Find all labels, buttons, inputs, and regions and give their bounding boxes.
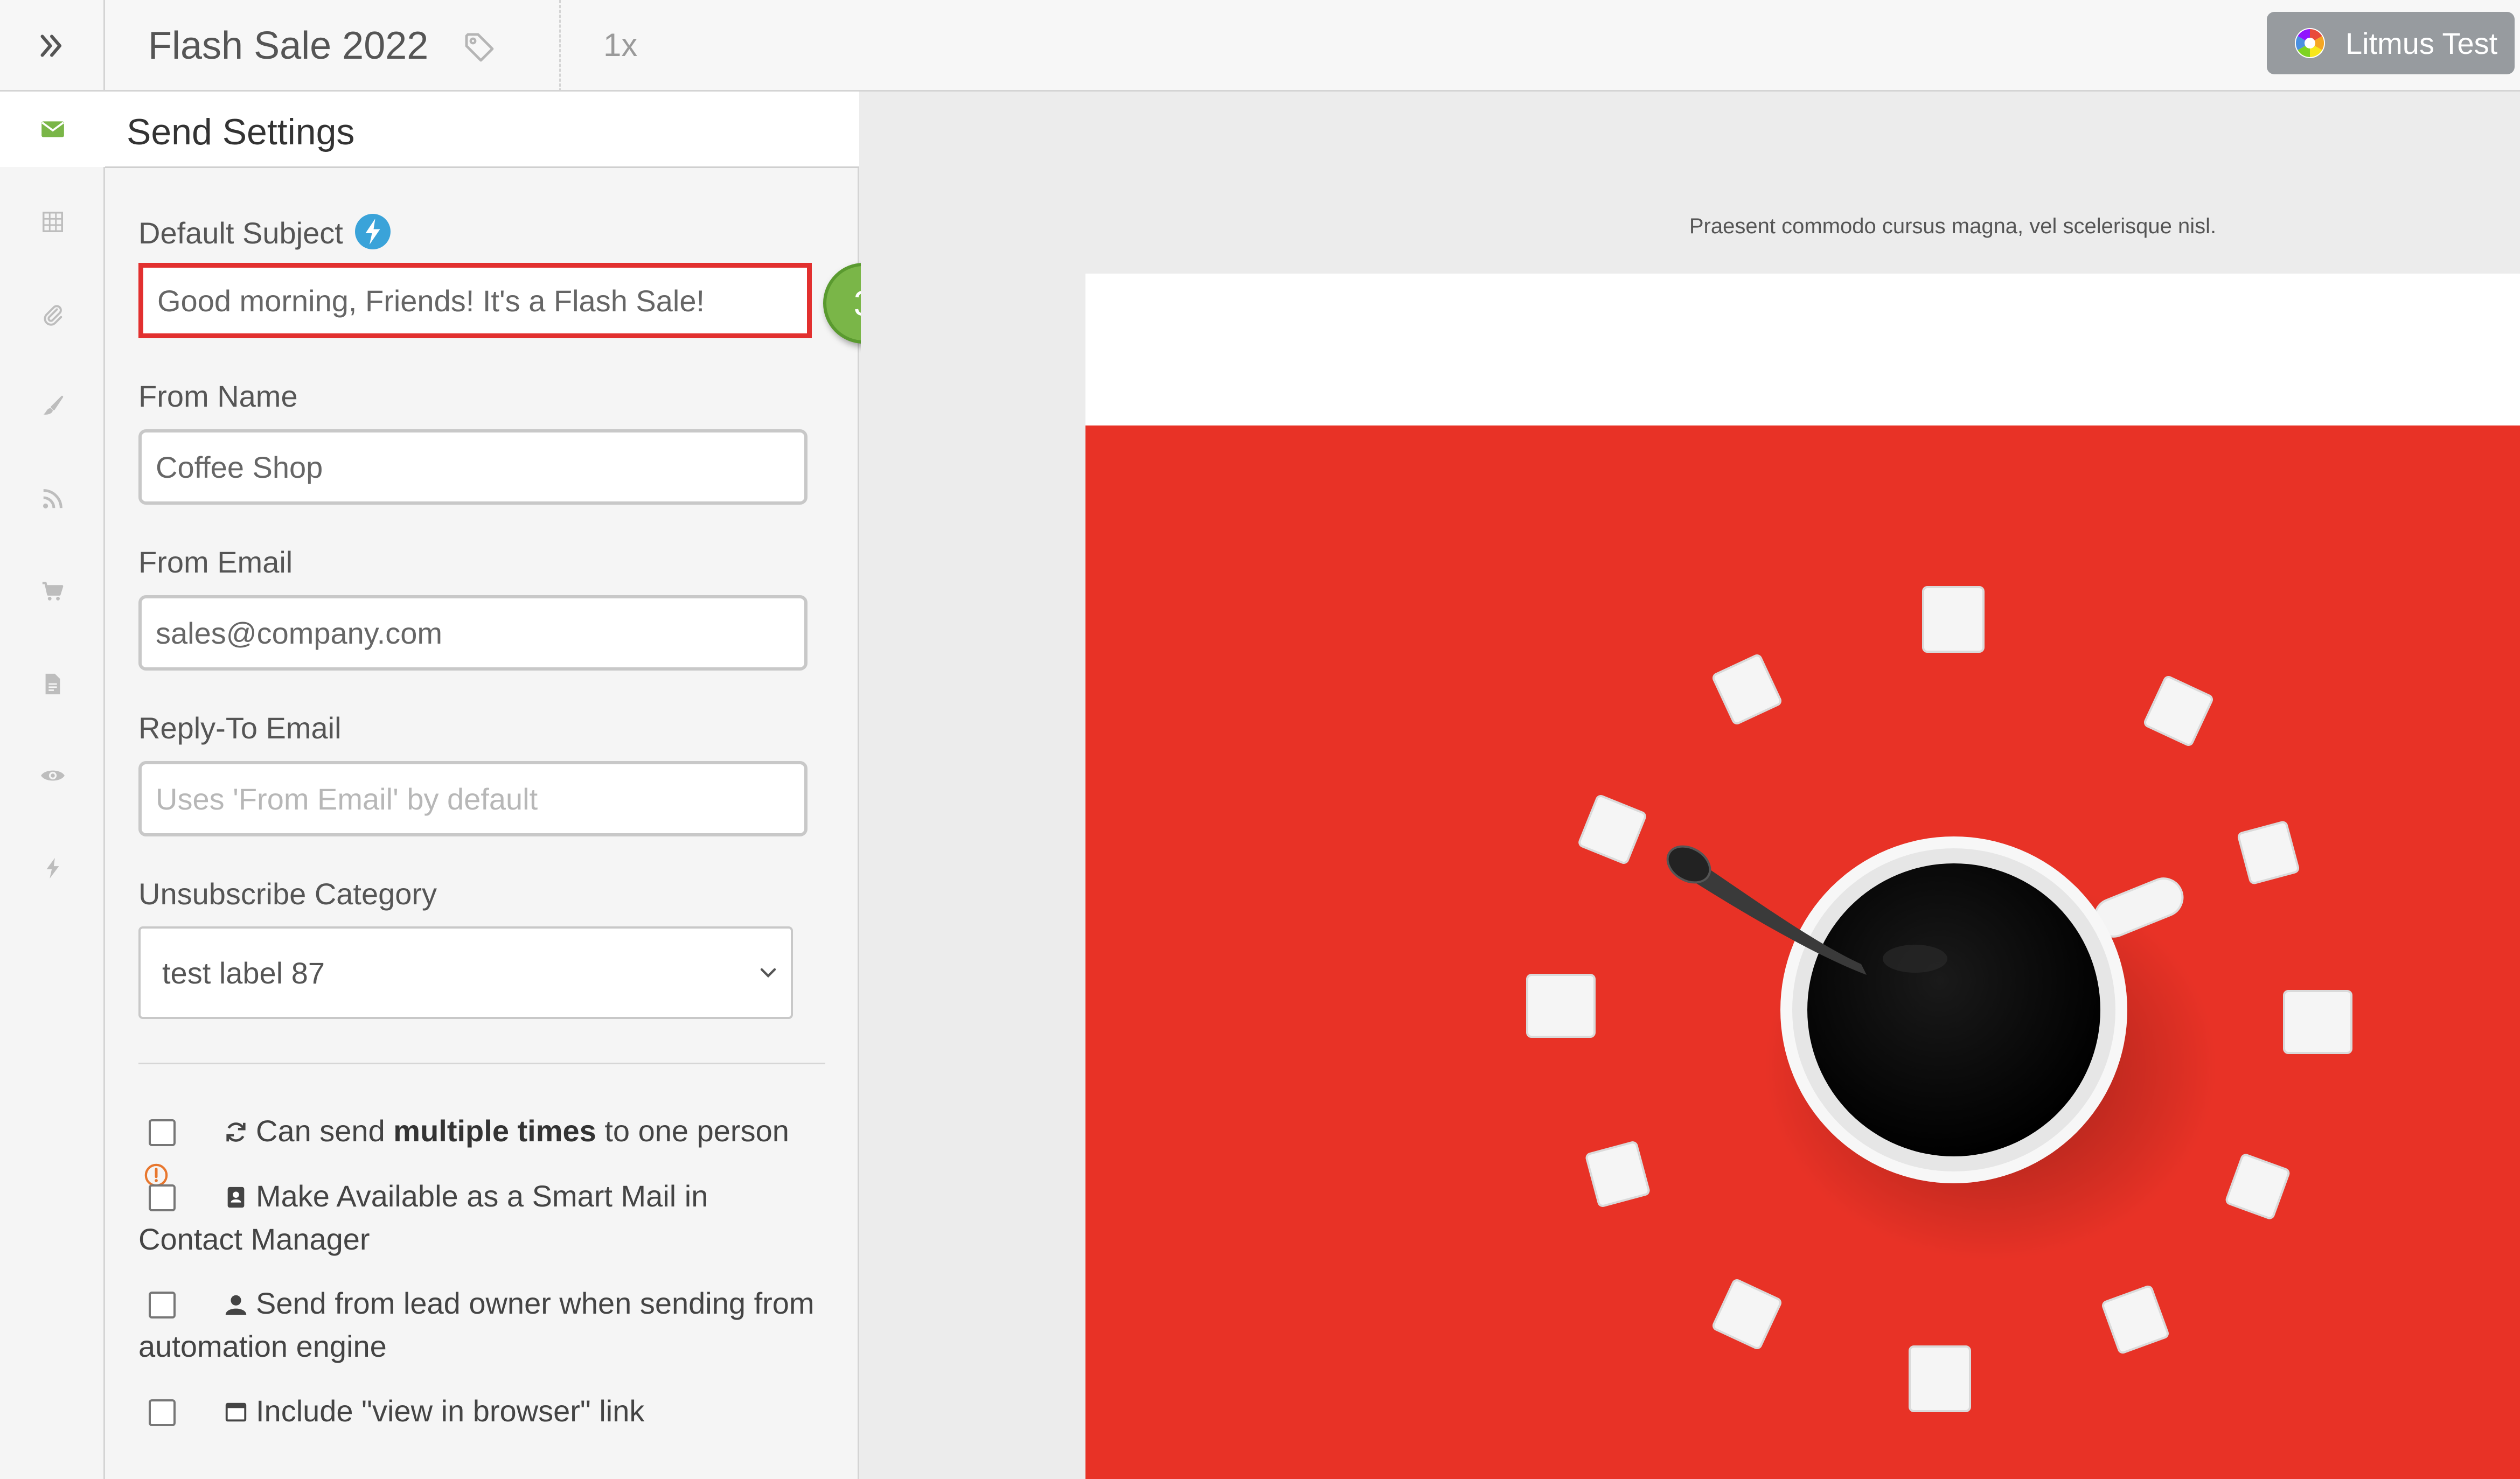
- rail-item-automation[interactable]: [0, 831, 105, 906]
- user-icon: [225, 1295, 247, 1315]
- unsubscribe-category-label: Unsubscribe Category: [138, 877, 437, 911]
- color-wheel-icon: [2295, 28, 2325, 58]
- rail-item-design[interactable]: [0, 368, 105, 444]
- page-title[interactable]: Flash Sale 2022: [148, 20, 428, 72]
- contact-book-icon: [227, 1187, 245, 1208]
- reply-to-input[interactable]: Uses 'From Email' by default: [138, 761, 807, 836]
- reply-to-placeholder: Uses 'From Email' by default: [156, 782, 538, 816]
- email-header-block: [1085, 274, 2520, 425]
- tag-icon[interactable]: [462, 30, 497, 65]
- from-email-input[interactable]: sales@company.com: [138, 595, 807, 671]
- smart-mail-option: Make Available as a Smart Mail in Contac…: [138, 1175, 817, 1261]
- default-subject-label: Default Subject: [138, 212, 392, 253]
- browser-window-icon: [225, 1403, 247, 1422]
- rail-item-attachments[interactable]: [0, 277, 105, 352]
- zoom-level[interactable]: 1x: [603, 24, 637, 67]
- email-preheader: Praesent commodo cursus magna, vel scele…: [1689, 214, 2217, 238]
- bolt-info-icon[interactable]: [353, 212, 392, 251]
- section-divider: [138, 1063, 825, 1064]
- coffee-clock-illustration: [1526, 586, 2352, 1412]
- rail-item-preview[interactable]: [0, 738, 105, 813]
- email-hero-image: [1085, 425, 2520, 1479]
- view-in-browser-text: Include "view in browser" link: [256, 1394, 645, 1428]
- document-icon: [45, 673, 60, 695]
- rail-item-commerce[interactable]: [0, 554, 105, 629]
- default-subject-input[interactable]: Good morning, Friends! It's a Flash Sale…: [138, 263, 812, 338]
- icon-rail: [0, 92, 108, 1479]
- paperclip-icon: [44, 305, 62, 326]
- expand-sidebar-button[interactable]: [0, 0, 105, 92]
- eye-icon: [40, 770, 65, 781]
- bolt-icon: [46, 857, 59, 879]
- multiple-times-prefix: Can send: [256, 1114, 394, 1148]
- panel-title: Send Settings: [127, 111, 355, 152]
- unsubscribe-category-select[interactable]: test label 87: [138, 926, 793, 1019]
- refresh-icon: [226, 1122, 246, 1142]
- table-icon: [42, 212, 63, 232]
- litmus-test-button[interactable]: Litmus Test: [2267, 12, 2515, 74]
- default-subject-label-text: Default Subject: [138, 216, 343, 250]
- rail-item-rss[interactable]: [0, 461, 105, 536]
- view-in-browser-option: Include "view in browser" link: [138, 1390, 817, 1433]
- double-chevron-right-icon: [40, 34, 61, 57]
- brush-icon: [43, 395, 63, 415]
- chevron-down-icon: [760, 968, 776, 978]
- lead-owner-option: Send from lead owner when sending from a…: [138, 1282, 817, 1368]
- reply-to-label: Reply-To Email: [138, 711, 342, 745]
- multiple-times-suffix: to one person: [596, 1114, 789, 1148]
- rail-item-document[interactable]: [0, 646, 105, 722]
- unsubscribe-category-value: test label 87: [162, 955, 325, 990]
- from-email-label: From Email: [138, 545, 293, 579]
- cart-icon: [42, 582, 63, 601]
- rss-icon: [43, 489, 62, 509]
- from-name-input[interactable]: Coffee Shop: [138, 429, 807, 505]
- envelope-icon: [41, 121, 64, 137]
- litmus-test-label: Litmus Test: [2345, 26, 2498, 60]
- rail-item-email[interactable]: [0, 92, 108, 167]
- title-separator: [559, 0, 561, 92]
- rail-item-layout[interactable]: [0, 184, 105, 260]
- multiple-times-bold: multiple times: [393, 1114, 596, 1148]
- from-name-label: From Name: [138, 379, 298, 413]
